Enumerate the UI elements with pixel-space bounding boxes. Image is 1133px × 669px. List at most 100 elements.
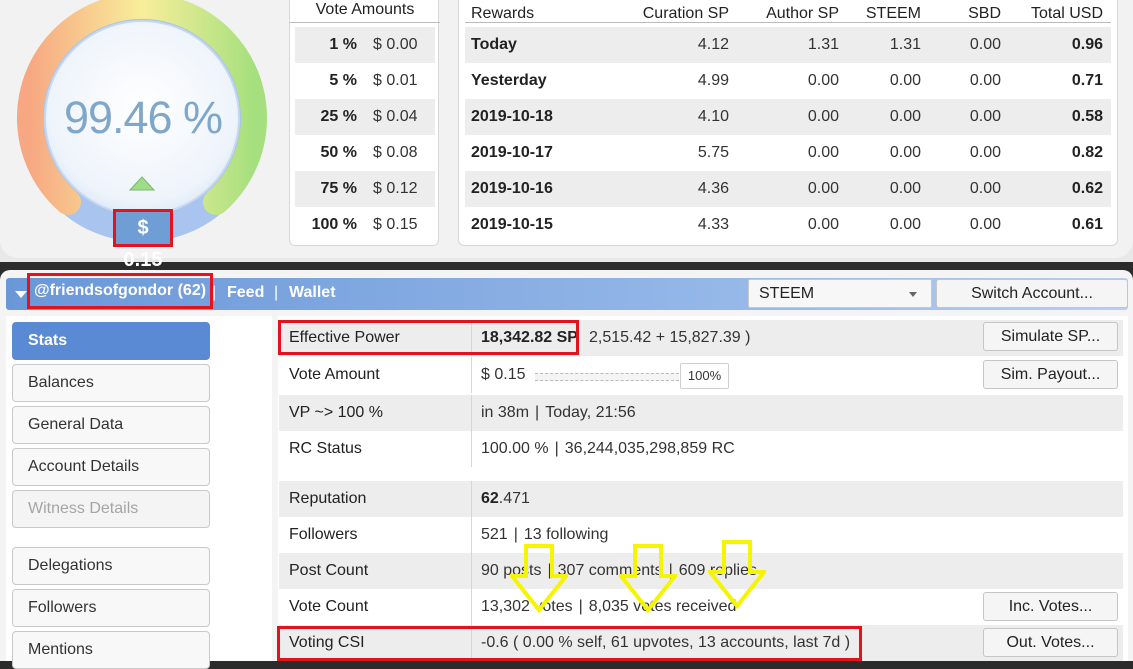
voting-power-gauge: 99.46 % [16,0,268,244]
cell: 0.00 [889,72,921,89]
wallet-link[interactable]: Wallet [289,284,336,302]
sidebar-item-account-details[interactable]: Account Details [12,448,210,486]
vote-count-value-cell: 13,302 votes | 8,035 votes received [471,589,736,625]
rc-value: 100.00 % | 36,244,035,298,859 RC [481,440,735,458]
rewards-card: Rewards Curation SP Author SP STEEM SBD … [458,0,1118,246]
vp-label: VP ~> 100 % [289,404,383,421]
col-steem: STEEM [865,5,921,22]
pipe: | [578,598,583,615]
vp-at: Today, 21:56 [545,404,636,421]
post-count-value-cell: 90 posts | 307 comments | 609 replies [471,553,757,589]
col-curation-sp: Curation SP [642,5,729,22]
cell: Yesterday [471,72,547,89]
sidebar-item-general-data[interactable]: General Data [12,406,210,444]
gauge-vote-value: $ 0.15 [113,209,173,271]
yellow-arrow-icon [708,540,766,610]
vote-amounts-card: Vote Amounts 1 % $ 0.00 5 % $ 0.01 25 % … [289,0,440,246]
vote-usd: $ 0.15 [373,216,418,233]
sidebar-item-stats[interactable]: Stats [12,322,210,360]
cell: 0.61 [1071,216,1103,233]
table-row: Today 4.12 1.31 1.31 0.00 0.96 [465,27,1111,63]
vote-pct: 100 % [311,216,357,233]
cell: 0.00 [807,144,839,161]
rc-label: RC Status [289,440,362,457]
sim-payout-button[interactable]: Sim. Payout... [983,360,1118,389]
col-author-sp: Author SP [766,5,839,22]
vp-value: in 38m | Today, 21:56 [481,404,636,422]
vote-amount-row: 1 % $ 0.00 [295,27,435,63]
sidebar-item-witness-details: Witness Details [12,490,210,528]
effective-power-highlight [278,320,579,355]
post-count-label: Post Count [289,562,369,579]
cell: 4.10 [697,108,729,125]
cell: 0.00 [889,180,921,197]
cell: 0.00 [969,36,1001,53]
cell: 0.00 [889,108,921,125]
table-row: 2019-10-15 4.33 0.00 0.00 0.00 0.61 [465,207,1111,243]
cell: 5.75 [697,144,729,161]
vote-weight-field[interactable]: 100% [680,363,729,389]
vote-amount-label: Vote Amount [289,366,380,383]
cell: 2019-10-16 [471,180,553,197]
rewards-header: Rewards Curation SP Author SP STEEM SBD … [465,1,1111,23]
collapse-triangle-icon[interactable] [15,291,27,298]
inc-votes-button[interactable]: Inc. Votes... [983,592,1118,621]
cell: 0.00 [969,180,1001,197]
following-count: 13 following [523,526,609,543]
rc-row: RC Status 100.00 % | 36,244,035,298,859 RC [279,431,1123,467]
rc-pct: 100.00 % [481,440,549,457]
cell: 0.00 [807,72,839,89]
followers-value: 521 | 13 following [481,526,608,544]
voting-power-value: 99.46 % [63,92,223,143]
chain-select-value: STEEM [759,285,815,302]
table-row: 2019-10-16 4.36 0.00 0.00 0.00 0.62 [465,171,1111,207]
vote-weight-slider[interactable] [535,373,679,381]
bar-separator: | [212,284,217,301]
bar-separator: | [274,284,279,301]
cell: 0.00 [969,216,1001,233]
vote-usd: $ 0.01 [373,72,418,89]
vote-usd: $ 0.12 [373,180,418,197]
vote-pct: 1 % [329,36,357,53]
table-row: Yesterday 4.99 0.00 0.00 0.00 0.71 [465,63,1111,99]
cell: 0.00 [969,144,1001,161]
cell: 2019-10-18 [471,108,553,125]
vote-count-label: Vote Count [289,598,369,615]
vote-amount-row: 25 % $ 0.04 [295,99,435,135]
cell: 0.58 [1071,108,1103,125]
followers-row: Followers 521 | 13 following [279,517,1123,553]
followers-count: 521 [481,526,508,543]
cell: 2019-10-17 [471,144,553,161]
simulate-sp-button[interactable]: Simulate SP... [983,322,1118,351]
account-name-link[interactable]: @friendsofgondor (62) [27,273,214,309]
sidebar-item-followers[interactable]: Followers [12,589,210,627]
feed-link[interactable]: Feed [227,284,264,302]
cell: 0.00 [807,108,839,125]
vote-amount-row: 75 % $ 0.12 [295,171,435,207]
cell: 0.00 [969,72,1001,89]
chain-select[interactable]: STEEM [748,279,932,308]
vote-usd: $ 0.08 [373,144,418,161]
cell: 2019-10-15 [471,216,553,233]
switch-account-button[interactable]: Switch Account... [936,279,1128,308]
vote-pct: 75 % [320,180,357,197]
vote-amount-value-cell: $ 0.15 [471,357,525,393]
vote-pct: 50 % [320,144,357,161]
pipe: | [513,526,518,543]
sidebar-item-delegations[interactable]: Delegations [12,547,210,585]
cell: Today [471,36,517,53]
vp-in: in 38m [481,404,530,421]
cell: 0.00 [807,180,839,197]
cell: 0.00 [889,216,921,233]
out-votes-button[interactable]: Out. Votes... [983,628,1118,657]
vote-amount-row: 100 % $ 0.15 [295,207,435,243]
sidebar-item-balances[interactable]: Balances [12,364,210,402]
sidebar-item-mentions[interactable]: Mentions [12,631,210,669]
cell: 1.31 [807,36,839,53]
reputation-row: Reputation 62.471 [279,481,1123,517]
col-rewards: Rewards [471,5,535,22]
cell: 1.31 [889,36,921,53]
followers-label: Followers [289,526,358,543]
effective-power-detail: 2,515.42 + 15,827.39 ) [589,329,751,346]
cell: 4.99 [697,72,729,89]
